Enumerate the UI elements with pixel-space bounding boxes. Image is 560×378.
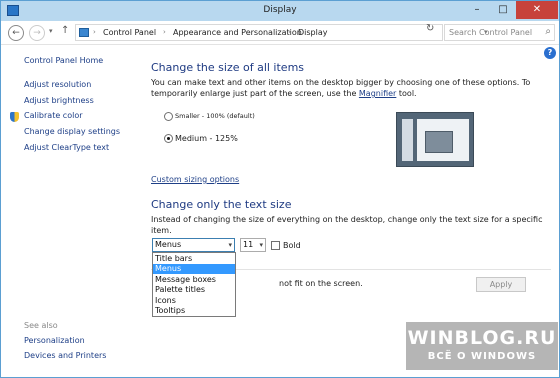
dropdown-option-icons[interactable]: Icons bbox=[153, 296, 235, 306]
radio-smaller[interactable] bbox=[164, 112, 173, 121]
title-bar: Display – □ ✕ bbox=[1, 1, 559, 21]
up-button[interactable]: ↑ bbox=[61, 25, 69, 36]
sidebar-item-brightness[interactable]: Adjust brightness bbox=[24, 96, 94, 105]
dropdown-option-tooltips[interactable]: Tooltips bbox=[153, 306, 235, 316]
refresh-icon[interactable]: ↻ bbox=[426, 23, 434, 34]
text-size-description: Instead of changing the size of everythi… bbox=[151, 215, 543, 235]
custom-sizing-link[interactable]: Custom sizing options bbox=[151, 174, 239, 185]
recent-locations-icon[interactable]: ▾ bbox=[49, 27, 53, 35]
dropdown-option-palette-titles[interactable]: Palette titles bbox=[153, 285, 235, 295]
bold-checkbox[interactable] bbox=[271, 241, 280, 250]
text-item-select[interactable]: Menus ▾ bbox=[152, 238, 235, 252]
sidebar-item-cleartype[interactable]: Adjust ClearType text bbox=[24, 143, 109, 152]
apply-button[interactable]: Apply bbox=[476, 277, 526, 292]
search-input[interactable]: Search Control Panel ⌕ bbox=[444, 24, 555, 41]
chevron-right-icon[interactable]: › bbox=[163, 28, 166, 36]
address-field[interactable]: › Control Panel › Appearance and Persona… bbox=[75, 24, 488, 41]
breadcrumb-appearance[interactable]: Appearance and Personalization bbox=[173, 28, 302, 37]
breadcrumb-display[interactable]: Display bbox=[298, 28, 328, 37]
radio-smaller-label: Smaller - 100% (default) bbox=[175, 112, 255, 120]
minimize-button[interactable]: – bbox=[464, 1, 490, 19]
sidebar-item-home[interactable]: Control Panel Home bbox=[24, 56, 103, 65]
font-size-select[interactable]: 11 ▾ bbox=[240, 238, 266, 252]
size-heading: Change the size of all items bbox=[151, 61, 305, 74]
chevron-right-icon[interactable]: › bbox=[93, 28, 96, 36]
sidebar: Control Panel Home Adjust resolution Adj… bbox=[1, 45, 141, 378]
help-icon[interactable]: ? bbox=[544, 47, 556, 59]
search-icon[interactable]: ⌕ bbox=[545, 26, 551, 37]
preview-sidebar bbox=[402, 119, 413, 161]
security-shield-icon bbox=[10, 112, 19, 122]
size-description: You can make text and other items on the… bbox=[151, 77, 546, 99]
search-placeholder: Search Control Panel bbox=[449, 28, 533, 37]
back-button[interactable]: ← bbox=[8, 25, 24, 41]
chevron-down-icon: ▾ bbox=[259, 241, 263, 249]
partial-warning-text: not fit on the screen. bbox=[279, 279, 363, 288]
radio-medium-label: Medium - 125% bbox=[175, 134, 238, 143]
text-item-dropdown-list: Title bars Menus Message boxes Palette t… bbox=[152, 252, 236, 317]
sidebar-item-calibrate[interactable]: Calibrate color bbox=[24, 111, 83, 120]
size-description-text: You can make text and other items on the… bbox=[151, 78, 531, 98]
chevron-right-icon[interactable]: › bbox=[288, 28, 291, 36]
forward-button[interactable]: → bbox=[29, 25, 45, 41]
address-bar: ← → ▾ ↑ › Control Panel › Appearance and… bbox=[1, 21, 559, 45]
watermark-subtitle: ВСЁ О WINDOWS bbox=[427, 351, 537, 362]
radio-medium[interactable] bbox=[164, 134, 173, 143]
close-button[interactable]: ✕ bbox=[516, 1, 558, 19]
magnifier-link[interactable]: Magnifier bbox=[359, 89, 396, 98]
display-window: Display – □ ✕ ← → ▾ ↑ › Control Panel › … bbox=[0, 0, 560, 378]
watermark-title: WINBLOG.RU bbox=[407, 327, 557, 349]
sidebar-item-display-settings[interactable]: Change display settings bbox=[24, 127, 120, 136]
sidebar-item-resolution[interactable]: Adjust resolution bbox=[24, 80, 91, 89]
preview-window bbox=[425, 131, 453, 153]
bold-label: Bold bbox=[283, 241, 301, 250]
display-preview-image bbox=[396, 112, 474, 167]
text-size-heading: Change only the text size bbox=[151, 198, 292, 211]
font-size-select-value: 11 bbox=[243, 240, 254, 249]
chevron-down-icon: ▾ bbox=[228, 241, 232, 249]
watermark: WINBLOG.RU ВСЁ О WINDOWS bbox=[406, 322, 558, 370]
sidebar-item-devices[interactable]: Devices and Printers bbox=[24, 351, 106, 360]
breadcrumb-control-panel[interactable]: Control Panel bbox=[103, 28, 156, 37]
see-also-title: See also bbox=[24, 321, 58, 330]
dropdown-option-message-boxes[interactable]: Message boxes bbox=[153, 275, 235, 285]
maximize-button[interactable]: □ bbox=[490, 1, 516, 19]
dropdown-option-title-bars[interactable]: Title bars bbox=[153, 254, 235, 264]
dropdown-option-menus[interactable]: Menus bbox=[153, 264, 235, 274]
sidebar-item-personalization[interactable]: Personalization bbox=[24, 336, 85, 345]
text-item-select-value: Menus bbox=[155, 240, 182, 249]
size-description-end: tool. bbox=[396, 89, 417, 98]
control-panel-small-icon bbox=[79, 28, 89, 37]
